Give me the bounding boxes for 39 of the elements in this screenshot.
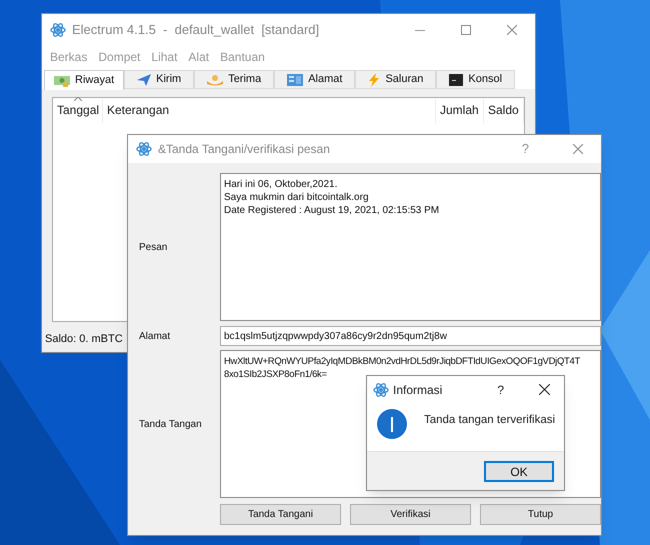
- atom-icon: [373, 382, 389, 398]
- dialog-title: &Tanda Tangani/verifikasi pesan: [158, 141, 330, 158]
- column-header[interactable]: Saldo: [484, 99, 524, 123]
- tab[interactable]: Alamat: [274, 70, 356, 89]
- dialog-button[interactable]: Verifikasi: [350, 504, 471, 525]
- column-header[interactable]: Keterangan: [103, 99, 436, 123]
- address-field[interactable]: bc1qslm5utjzqpwwpdy307a86cy9r2dn95qum2tj8w: [220, 326, 601, 346]
- dialog-title: Informasi: [393, 382, 442, 398]
- field-label: Pesan: [139, 240, 168, 254]
- terminal-icon: [449, 74, 464, 86]
- column-header[interactable]: Jumlah: [436, 99, 484, 123]
- help-button[interactable]: ?: [497, 380, 504, 398]
- dialog-button[interactable]: Tutup: [480, 504, 601, 525]
- hand-coin-icon: [207, 74, 224, 86]
- close-icon: [507, 25, 517, 35]
- close-icon: [538, 384, 550, 395]
- field-label: Tanda Tangan: [139, 418, 202, 432]
- message-field[interactable]: Hari ini 06, Oktober,2021. Saya mukmin dari bitcointalk.org Date Registered : August 19, 2021, 02:15:53 PM: [220, 173, 601, 321]
- info-message: Tanda tangan terverifikasi: [424, 413, 556, 428]
- close-icon: [573, 144, 583, 154]
- address-book-icon: [287, 74, 304, 86]
- tab[interactable]: Terima: [194, 70, 274, 89]
- sort-caret-icon: [74, 97, 82, 101]
- window-title: Electrum 4.1.5 - default_wallet [standard]: [72, 21, 320, 40]
- info-icon: [377, 409, 407, 439]
- status-text: Saldo: 0. mBTC: [45, 332, 123, 347]
- atom-icon: [50, 22, 66, 38]
- money-icon: [54, 74, 70, 86]
- paper-plane-icon: [137, 74, 152, 86]
- field-label: Alamat: [139, 330, 170, 344]
- tab[interactable]: Konsol: [436, 70, 516, 89]
- dialog-button[interactable]: Tanda Tangani: [220, 504, 341, 525]
- maximize-icon: [461, 25, 471, 35]
- column-header[interactable]: Tanggal: [53, 99, 103, 123]
- tab[interactable]: Saluran: [355, 70, 436, 89]
- tab[interactable]: Kirim: [124, 70, 194, 89]
- atom-icon: [136, 141, 152, 157]
- ok-button[interactable]: OK: [484, 460, 554, 482]
- tab[interactable]: Riwayat: [44, 70, 124, 90]
